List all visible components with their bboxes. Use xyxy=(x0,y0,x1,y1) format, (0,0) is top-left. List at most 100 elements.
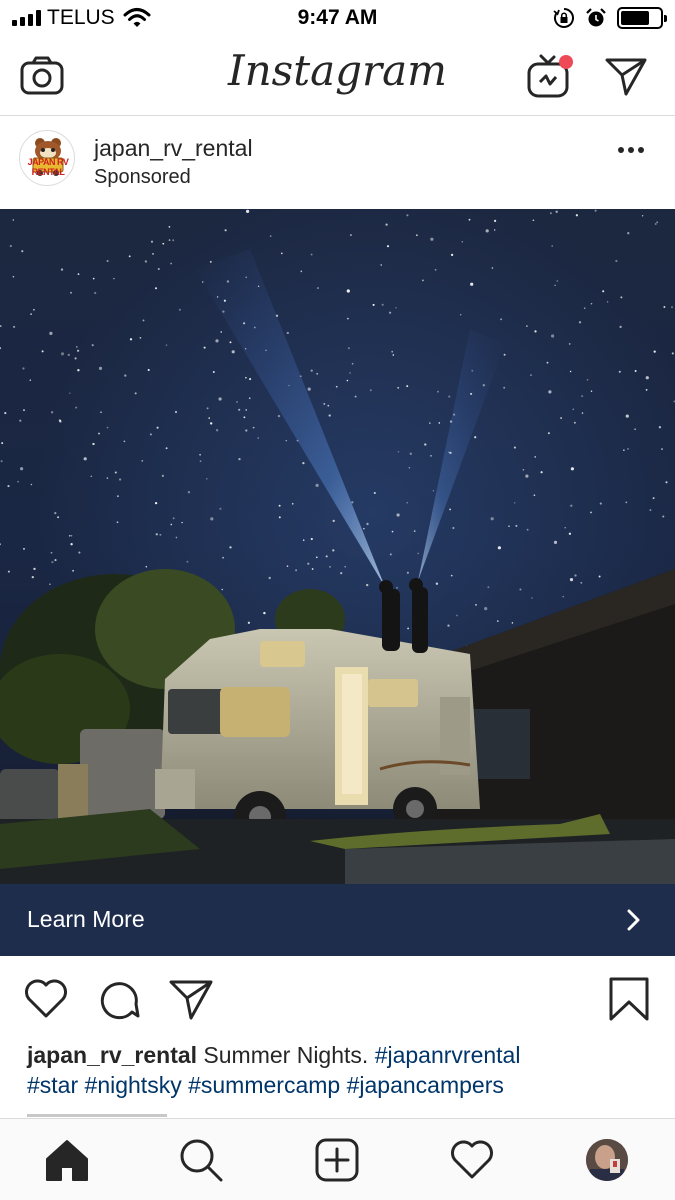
star xyxy=(508,525,510,527)
profile-photo xyxy=(586,1139,628,1181)
account-avatar[interactable]: JAPAN RV RENTAL xyxy=(19,130,75,186)
star xyxy=(484,607,488,611)
caption-username[interactable]: japan_rv_rental xyxy=(27,1042,197,1068)
top-navigation-bar: Instagram xyxy=(0,38,675,116)
star xyxy=(159,533,162,536)
orientation-lock-icon xyxy=(553,8,574,28)
hashtag[interactable]: #japanrvrental xyxy=(375,1042,521,1068)
star xyxy=(113,277,115,280)
star xyxy=(263,611,266,615)
star xyxy=(29,379,32,381)
star xyxy=(503,386,506,389)
star xyxy=(156,426,159,429)
star xyxy=(49,583,51,586)
star xyxy=(435,582,439,585)
post-username[interactable]: japan_rv_rental xyxy=(94,135,253,162)
star xyxy=(531,597,533,599)
alarm-icon xyxy=(586,8,606,27)
add-post-icon[interactable] xyxy=(314,1137,360,1183)
star xyxy=(98,432,100,435)
star xyxy=(280,252,283,255)
star xyxy=(534,456,536,458)
hashtag[interactable]: #star xyxy=(27,1072,78,1098)
star xyxy=(278,504,281,507)
star xyxy=(31,575,34,579)
star xyxy=(346,379,349,382)
star xyxy=(157,267,160,271)
star xyxy=(165,344,168,346)
star xyxy=(572,408,575,411)
star xyxy=(21,250,24,253)
star xyxy=(615,259,618,263)
igtv-icon[interactable] xyxy=(526,52,574,100)
star xyxy=(354,395,357,398)
star xyxy=(530,374,532,376)
star xyxy=(199,460,202,463)
activity-heart-icon[interactable] xyxy=(449,1137,495,1183)
hashtag[interactable]: #nightsky xyxy=(85,1072,182,1098)
star xyxy=(599,502,602,505)
star xyxy=(302,461,305,465)
star xyxy=(519,588,522,591)
star xyxy=(245,429,248,432)
star xyxy=(351,362,354,365)
search-icon[interactable] xyxy=(178,1137,224,1183)
star xyxy=(98,366,103,370)
star xyxy=(590,302,593,305)
star xyxy=(168,239,171,241)
star xyxy=(117,495,119,498)
star xyxy=(69,392,71,394)
star xyxy=(474,436,477,439)
star xyxy=(323,402,326,405)
star xyxy=(76,349,80,352)
star xyxy=(346,289,350,293)
star xyxy=(564,526,566,529)
star xyxy=(33,567,36,571)
hashtag[interactable]: #summercamp xyxy=(188,1072,340,1098)
star xyxy=(448,395,451,398)
star xyxy=(209,260,212,263)
star xyxy=(77,273,80,275)
star xyxy=(581,412,584,414)
igtv-notification-dot xyxy=(559,55,573,69)
star xyxy=(560,417,563,420)
star xyxy=(671,352,674,355)
star xyxy=(578,321,582,324)
star xyxy=(606,301,609,303)
learn-more-button[interactable]: Learn More xyxy=(0,884,675,956)
star xyxy=(532,219,535,222)
save-bookmark-icon[interactable] xyxy=(606,976,652,1022)
star xyxy=(229,341,232,344)
star xyxy=(210,517,214,521)
star xyxy=(215,429,219,432)
star xyxy=(424,443,427,446)
star xyxy=(221,588,223,591)
post-image[interactable] xyxy=(0,209,675,884)
share-direct-icon[interactable] xyxy=(168,976,214,1022)
star xyxy=(408,467,411,469)
direct-message-icon[interactable] xyxy=(604,54,648,98)
star xyxy=(54,511,57,515)
star xyxy=(129,338,133,341)
hashtag[interactable]: #japancampers xyxy=(347,1072,504,1098)
star xyxy=(391,530,394,533)
star xyxy=(224,229,227,232)
star xyxy=(363,527,365,530)
star xyxy=(386,245,390,248)
comment-icon[interactable] xyxy=(96,976,142,1022)
more-options-icon[interactable] xyxy=(618,147,644,153)
star xyxy=(568,343,571,345)
star xyxy=(380,264,382,266)
star xyxy=(49,331,53,335)
profile-avatar[interactable] xyxy=(586,1139,628,1181)
star xyxy=(618,370,621,373)
star xyxy=(218,397,222,401)
star xyxy=(286,565,289,567)
star xyxy=(654,223,657,225)
star xyxy=(269,235,272,237)
star xyxy=(70,543,73,546)
star xyxy=(417,552,420,555)
like-heart-icon[interactable] xyxy=(23,976,69,1022)
star xyxy=(335,385,338,388)
home-icon[interactable] xyxy=(44,1137,90,1183)
